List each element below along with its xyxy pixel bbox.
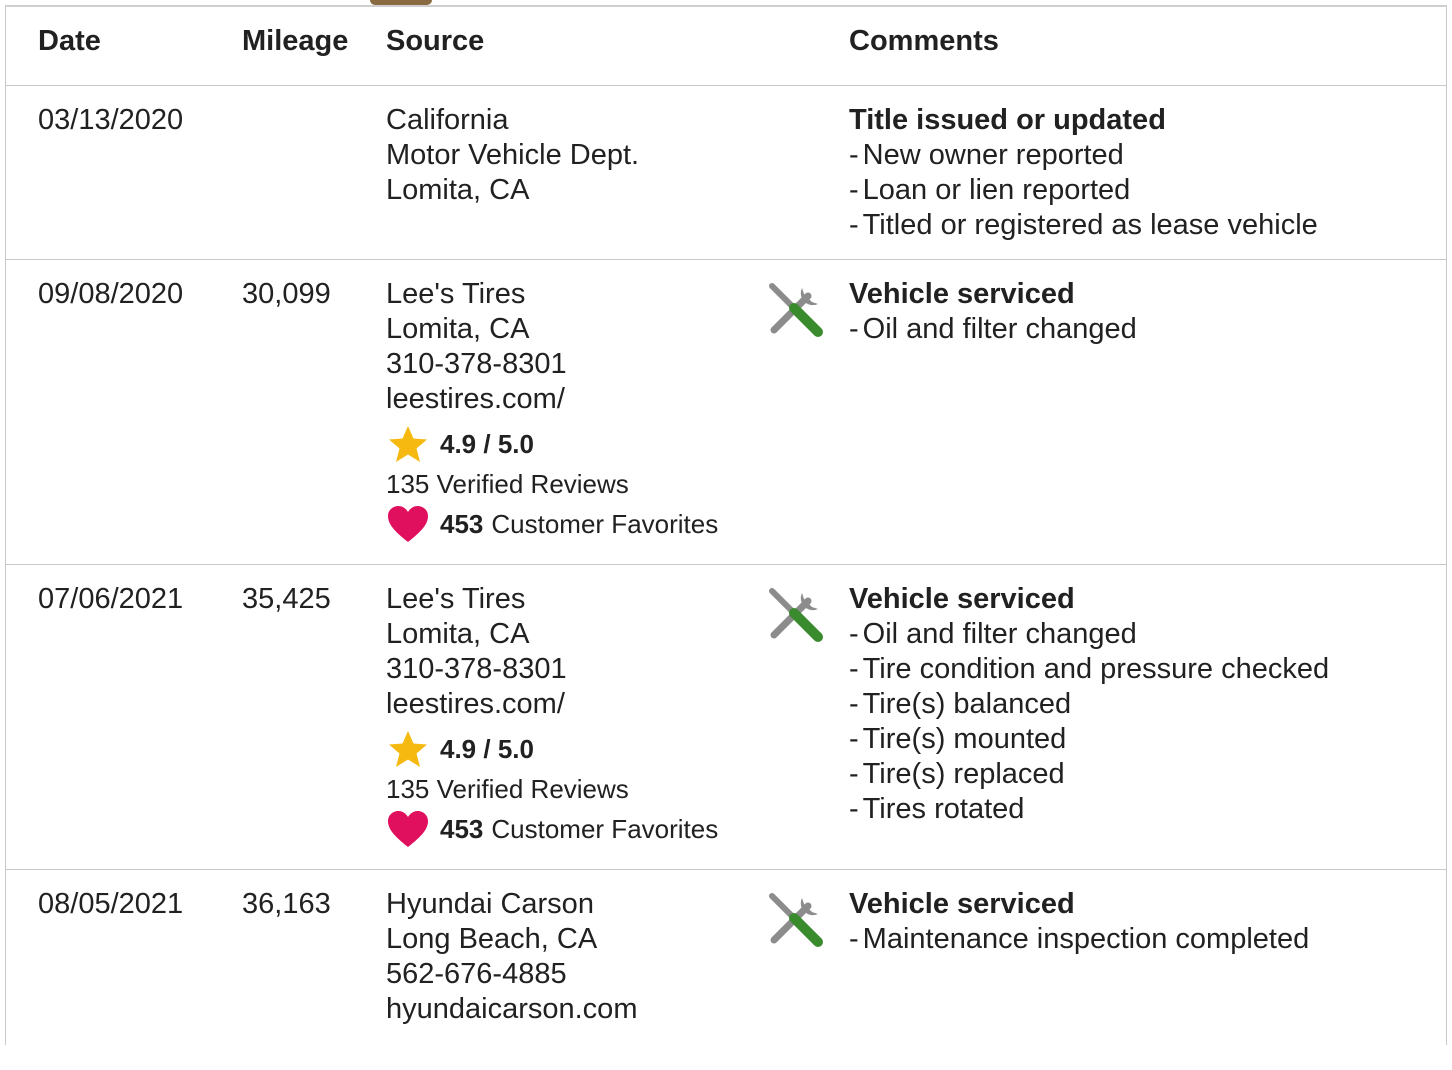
item-dash: -: [849, 313, 859, 345]
source-website-link[interactable]: hyundaicarson.com: [386, 992, 637, 1027]
record-mileage: 35,425: [242, 583, 331, 615]
table-row: 07/06/2021 35,425 Lee's Tires Lomita, CA…: [6, 565, 1446, 870]
favorites-count: 453: [440, 508, 484, 539]
comment-item: - Loan or lien reported: [849, 174, 1131, 206]
source-name-link[interactable]: Hyundai Carson: [386, 887, 637, 922]
source-line: Lomita, CA: [386, 618, 530, 650]
source-name-link[interactable]: Lee's Tires: [386, 277, 567, 312]
vehicle-thumbnail-edge: [370, 0, 432, 5]
source-line: Motor Vehicle Dept.: [386, 139, 640, 171]
item-dash: -: [849, 723, 859, 755]
favorites-label: Customer Favorites: [491, 813, 719, 844]
comment-item: - Tire(s) mounted: [849, 723, 1067, 755]
comment-item: - Tire(s) replaced: [849, 758, 1065, 790]
source-line: California: [386, 104, 509, 136]
favorites-count: 453: [440, 813, 484, 844]
item-dash: -: [849, 758, 859, 790]
source-line: Lomita, CA: [386, 313, 530, 345]
comment-item: - New owner reported: [849, 139, 1124, 171]
comment-title: Title issued or updated: [849, 104, 1166, 136]
comment-title: Vehicle serviced: [849, 583, 1075, 615]
comment-item: - Tire condition and pressure checked: [849, 653, 1330, 685]
source-line: Lomita, CA: [386, 174, 530, 206]
item-dash: -: [849, 139, 859, 171]
source-phone[interactable]: 310-378-8301: [386, 652, 567, 687]
wrench-screwdriver-icon: [769, 893, 823, 947]
item-dash: -: [849, 923, 859, 955]
source-phone[interactable]: 562-676-4885: [386, 957, 637, 992]
item-dash: -: [849, 653, 859, 685]
star-icon: [389, 426, 427, 462]
record-comments: Title issued or updated - New owner repor…: [849, 103, 1318, 243]
source-line: Long Beach, CA: [386, 923, 598, 955]
favorites-label: Customer Favorites: [491, 508, 719, 539]
header-source: Source: [386, 25, 485, 57]
item-dash: -: [849, 209, 859, 241]
source-website-link[interactable]: leestires.com/: [386, 687, 567, 722]
heart-icon: [388, 506, 428, 542]
header-comments: Comments: [849, 25, 999, 57]
item-dash: -: [849, 793, 859, 825]
header-mileage: Mileage: [242, 25, 349, 57]
record-comments: Vehicle serviced - Oil and filter changed: [849, 277, 1137, 347]
record-source: Hyundai Carson Long Beach, CA 562-676-48…: [386, 887, 637, 1027]
record-date: 07/06/2021: [38, 583, 184, 615]
comment-title: Vehicle serviced: [849, 888, 1075, 920]
record-date: 03/13/2020: [38, 104, 184, 136]
dealer-rating[interactable]: 4.9 / 5.0 135 Verified Reviews 453 Custo…: [386, 729, 718, 849]
heart-icon: [388, 811, 428, 847]
rating-score: 4.9 / 5.0: [440, 428, 534, 459]
source-phone[interactable]: 310-378-8301: [386, 347, 567, 382]
comment-title: Vehicle serviced: [849, 278, 1075, 310]
table-row: 08/05/2021 36,163 Hyundai Carson Long Be…: [6, 870, 1446, 1070]
comment-item: - Oil and filter changed: [849, 618, 1137, 650]
header-date: Date: [38, 25, 101, 57]
record-comments: Vehicle serviced - Oil and filter changed…: [849, 582, 1329, 827]
record-source: California Motor Vehicle Dept. Lomita, C…: [386, 103, 639, 208]
comment-item: - Tire(s) balanced: [849, 688, 1072, 720]
record-date: 09/08/2020: [38, 278, 184, 310]
table-header: Date Mileage Source Comments: [6, 6, 1446, 86]
item-dash: -: [849, 174, 859, 206]
comment-item: - Titled or registered as lease vehicle: [849, 209, 1318, 241]
item-dash: -: [849, 618, 859, 650]
rating-score: 4.9 / 5.0: [440, 733, 534, 764]
source-name-link[interactable]: Lee's Tires: [386, 582, 567, 617]
star-icon: [389, 731, 427, 767]
comment-item: - Tires rotated: [849, 793, 1025, 825]
comment-item: - Maintenance inspection completed: [849, 923, 1310, 955]
record-source: Lee's Tires Lomita, CA 310-378-8301 lees…: [386, 277, 567, 417]
dealer-rating[interactable]: 4.9 / 5.0 135 Verified Reviews 453 Custo…: [386, 424, 718, 544]
record-comments: Vehicle serviced - Maintenance inspection…: [849, 887, 1309, 957]
record-mileage: 36,163: [242, 888, 331, 920]
table-row: 09/08/2020 30,099 Lee's Tires Lomita, CA…: [6, 260, 1446, 565]
table-row: 03/13/2020 California Motor Vehicle Dept…: [6, 86, 1446, 260]
comment-item: - Oil and filter changed: [849, 313, 1137, 345]
source-website-link[interactable]: leestires.com/: [386, 382, 567, 417]
verified-reviews-link[interactable]: 135 Verified Reviews: [386, 769, 718, 809]
record-date: 08/05/2021: [38, 888, 184, 920]
item-dash: -: [849, 688, 859, 720]
wrench-screwdriver-icon: [769, 588, 823, 642]
verified-reviews-link[interactable]: 135 Verified Reviews: [386, 464, 718, 504]
record-mileage: 30,099: [242, 278, 331, 310]
record-source: Lee's Tires Lomita, CA 310-378-8301 lees…: [386, 582, 567, 722]
wrench-screwdriver-icon: [769, 283, 823, 337]
